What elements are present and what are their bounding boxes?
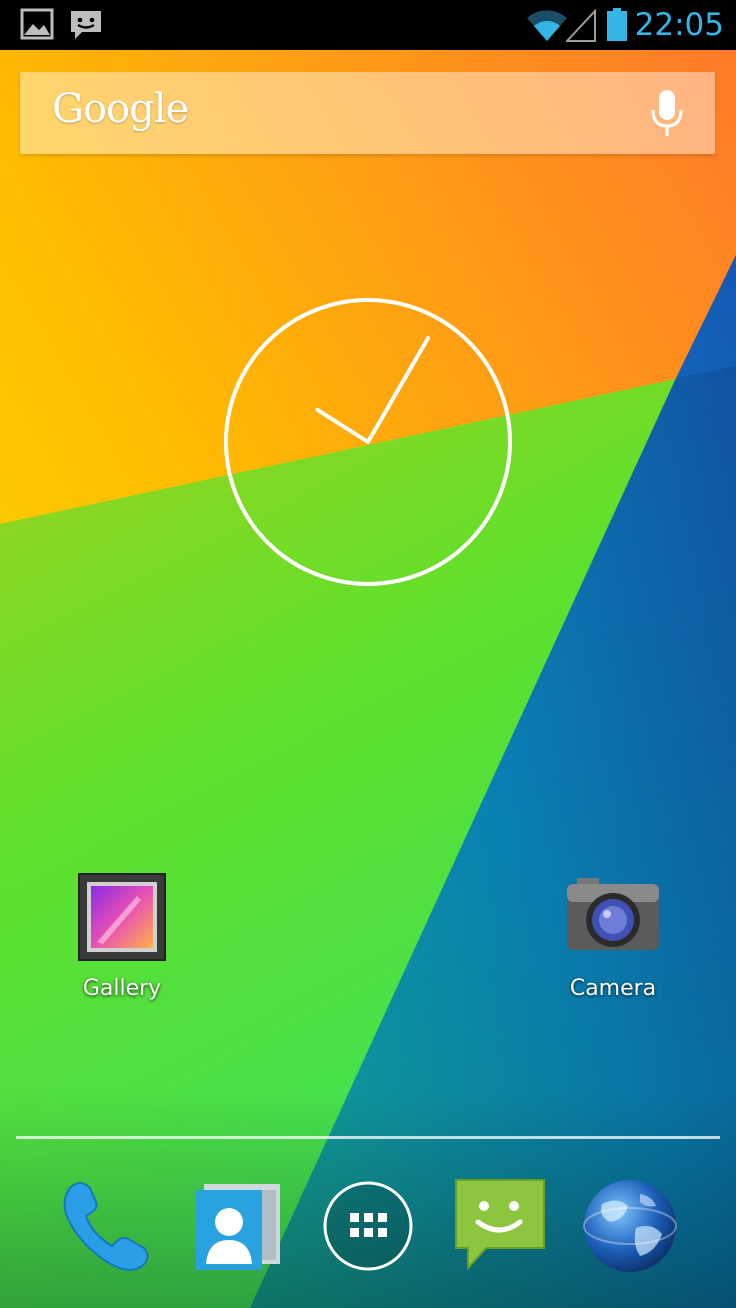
- dock-app-drawer[interactable]: [318, 1176, 418, 1276]
- clock-hour-hand: [315, 407, 370, 444]
- microphone-icon[interactable]: [649, 88, 685, 140]
- dock-contacts[interactable]: [190, 1176, 290, 1276]
- cell-signal-icon: [566, 8, 596, 42]
- status-bar[interactable]: 22:05: [0, 0, 736, 50]
- wallpaper: [0, 50, 736, 1308]
- dock-divider: [16, 1136, 720, 1139]
- dock-messaging[interactable]: [452, 1176, 552, 1276]
- gallery-notification-icon: [20, 8, 54, 40]
- browser-globe-icon: [583, 1180, 677, 1272]
- phone-icon: [63, 1182, 149, 1271]
- gallery-label: Gallery: [82, 976, 162, 1001]
- google-search-bar[interactable]: Google: [20, 72, 715, 154]
- dock-phone[interactable]: [56, 1176, 156, 1276]
- clock-time: 22:05: [634, 7, 724, 43]
- analog-clock-widget[interactable]: [222, 296, 514, 588]
- camera-shortcut[interactable]: Camera: [543, 872, 683, 1001]
- camera-icon: [567, 878, 659, 950]
- messaging-icon: [455, 1179, 545, 1271]
- dock-browser[interactable]: [580, 1176, 680, 1276]
- camera-label: Camera: [569, 976, 657, 1001]
- message-notification-icon: [71, 11, 101, 39]
- wifi-icon: [527, 10, 567, 41]
- app-drawer-icon: [323, 1181, 413, 1271]
- battery-icon: [607, 8, 627, 41]
- clock-minute-hand: [366, 336, 430, 444]
- gallery-shortcut[interactable]: Gallery: [52, 872, 192, 1001]
- google-logo[interactable]: Google: [52, 86, 189, 132]
- gallery-icon: [78, 873, 166, 961]
- contacts-icon: [196, 1184, 280, 1270]
